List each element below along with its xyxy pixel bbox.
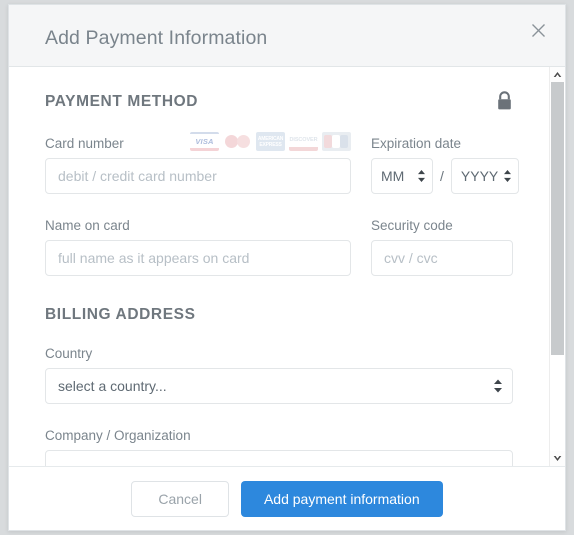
amex-icon: AMERICAN EXPRESS xyxy=(256,132,285,151)
name-on-card-label: Name on card xyxy=(45,218,130,233)
dialog-title: Add Payment Information xyxy=(45,27,268,49)
billing-address-heading-text: BILLING ADDRESS xyxy=(45,306,196,323)
chevron-updown-icon xyxy=(503,170,512,183)
company-input[interactable] xyxy=(45,450,513,466)
scrollbar-track[interactable] xyxy=(550,82,565,451)
card-number-input[interactable] xyxy=(45,158,351,194)
scroll-up-button[interactable] xyxy=(550,67,565,82)
expiration-year-select[interactable]: YYYY xyxy=(450,158,519,194)
card-row: Card number VISA AMERICAN EXPRESS DISCOV… xyxy=(45,132,519,194)
payment-method-heading: PAYMENT METHOD xyxy=(45,91,513,111)
country-select[interactable]: select a country... xyxy=(45,368,513,404)
company-label: Company / Organization xyxy=(45,428,191,443)
scroll-content: PAYMENT METHOD Card number VISA AMERICAN… xyxy=(9,67,549,466)
billing-address-heading: BILLING ADDRESS xyxy=(45,306,513,324)
close-icon[interactable] xyxy=(525,17,551,43)
security-code-group: Security code xyxy=(371,218,513,276)
name-on-card-input[interactable] xyxy=(45,240,351,276)
cancel-button[interactable]: Cancel xyxy=(131,480,229,517)
security-code-label: Security code xyxy=(371,218,453,233)
add-payment-information-dialog: Add Payment Information PAYMENT METHOD C… xyxy=(8,4,566,531)
discover-icon: DISCOVER xyxy=(289,132,318,151)
expiration-separator: / xyxy=(440,168,444,184)
expiration-year-value: YYYY xyxy=(460,168,499,184)
visa-icon: VISA xyxy=(190,132,219,151)
country-group: Country select a country... xyxy=(45,346,513,404)
name-on-card-group: Name on card xyxy=(45,218,351,276)
scroll-down-button[interactable] xyxy=(550,451,565,466)
lock-icon xyxy=(496,91,513,111)
chevron-updown-icon xyxy=(493,379,503,393)
mastercard-icon xyxy=(223,132,252,151)
company-group: Company / Organization xyxy=(45,428,513,466)
security-code-input[interactable] xyxy=(371,240,513,276)
chevron-updown-icon xyxy=(417,170,426,183)
vertical-scrollbar[interactable] xyxy=(549,67,565,466)
payment-method-heading-text: PAYMENT METHOD xyxy=(45,93,199,110)
card-number-label: Card number xyxy=(45,136,124,151)
dialog-body: PAYMENT METHOD Card number VISA AMERICAN… xyxy=(9,67,565,466)
add-payment-information-button[interactable]: Add payment information xyxy=(240,480,443,517)
dialog-footer: Cancel Add payment information xyxy=(9,466,565,530)
dialog-header: Add Payment Information xyxy=(9,5,565,67)
expiration-date-group: Expiration date MM / YYYY xyxy=(371,133,519,194)
expiration-month-select[interactable]: MM xyxy=(371,158,433,194)
accepted-card-brands: VISA AMERICAN EXPRESS DISCOVER xyxy=(190,132,351,151)
country-select-value: select a country... xyxy=(58,378,167,394)
country-label: Country xyxy=(45,346,93,361)
jcb-icon xyxy=(322,132,351,151)
scrollbar-thumb[interactable] xyxy=(551,82,564,356)
card-number-group: Card number VISA AMERICAN EXPRESS DISCOV… xyxy=(45,132,351,194)
name-security-row: Name on card Security code xyxy=(45,218,513,276)
expiration-month-value: MM xyxy=(381,168,405,184)
expiration-date-label: Expiration date xyxy=(371,136,462,151)
